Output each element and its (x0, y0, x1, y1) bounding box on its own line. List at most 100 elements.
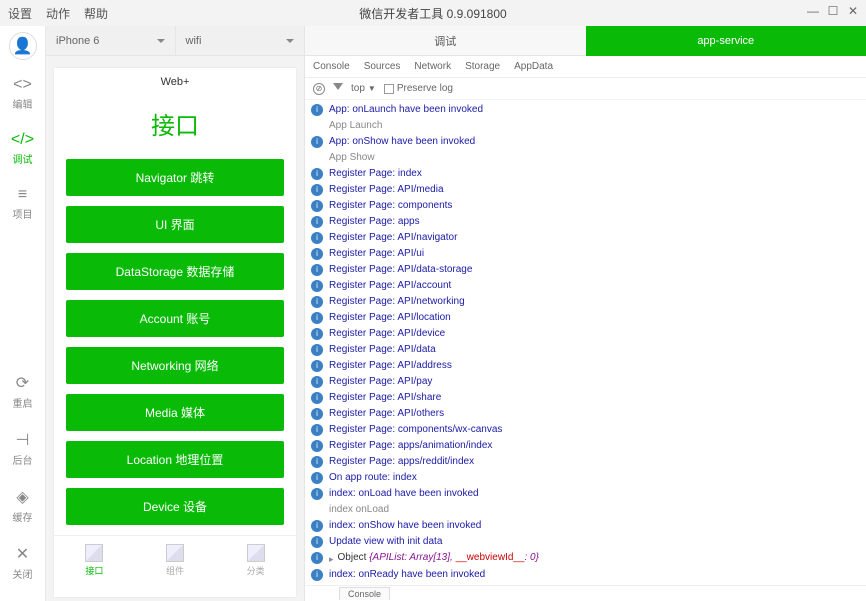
menu-help[interactable]: 帮助 (84, 5, 108, 22)
api-button-1[interactable]: UI 界面 (66, 206, 284, 243)
info-badge-icon: i (311, 232, 323, 244)
blank-icon (311, 152, 323, 164)
info-badge-icon: i (311, 392, 323, 404)
close-icon[interactable]: ✕ (846, 4, 860, 18)
phone-title: 接口 (54, 106, 296, 141)
network-select[interactable]: wifi (176, 26, 305, 55)
console-output[interactable]: iApp: onLaunch have been invokedApp Laun… (305, 100, 866, 585)
api-button-3[interactable]: Account 账号 (66, 300, 284, 337)
rail-debug[interactable]: </>调试 (0, 131, 45, 166)
info-badge-icon: i (311, 168, 323, 180)
rail-edit[interactable]: <>编辑 (0, 76, 45, 111)
rail-project[interactable]: ≡项目 (0, 186, 45, 221)
context-select[interactable]: top ▼ (351, 83, 376, 94)
checkbox-icon (384, 84, 394, 94)
api-button-7[interactable]: Device 设备 (66, 488, 284, 525)
console-line: iRegister Page: API/pay (305, 374, 866, 390)
rail-cache[interactable]: ◈缓存 (0, 487, 45, 524)
console-line: iApp: onShow have been invoked (305, 134, 866, 150)
subtab-console[interactable]: Console (313, 61, 350, 72)
close-x-icon: ✕ (16, 544, 29, 564)
info-badge-icon: i (311, 216, 323, 228)
info-badge-icon: i (311, 520, 323, 532)
info-badge-icon: i (311, 344, 323, 356)
subtab-appdata[interactable]: AppData (514, 61, 553, 72)
console-line: App Launch (305, 118, 866, 134)
tab-icon (247, 544, 265, 562)
tab-app-service[interactable]: app-service (586, 26, 866, 56)
info-badge-icon: i (311, 569, 323, 581)
subtab-network[interactable]: Network (414, 61, 451, 72)
preserve-log-checkbox[interactable]: Preserve log (384, 83, 453, 94)
api-button-4[interactable]: Networking 网络 (66, 347, 284, 384)
console-line: iRegister Page: API/account (305, 278, 866, 294)
info-badge-icon: i (311, 408, 323, 420)
phone-header: Web+ (54, 68, 296, 96)
maximize-icon[interactable]: ☐ (826, 4, 840, 18)
rail-background[interactable]: ⊣后台 (0, 430, 45, 467)
console-line: iRegister Page: components/wx-canvas (305, 422, 866, 438)
info-badge-icon: i (311, 360, 323, 372)
avatar[interactable]: 👤 (9, 32, 37, 60)
console-line: index onLoad (305, 502, 866, 518)
minimize-icon[interactable]: — (806, 4, 820, 18)
info-badge-icon: i (311, 200, 323, 212)
tab-icon (85, 544, 103, 562)
info-badge-icon: i (311, 376, 323, 388)
drawer-console-tab[interactable]: Console (339, 587, 390, 600)
simulator-pane: iPhone 6 wifi Web+ 接口 Navigator 跳转 UI 界面 D… (46, 26, 304, 601)
subtab-storage[interactable]: Storage (465, 61, 500, 72)
menu-settings[interactable]: 设置 (8, 5, 32, 22)
console-line: iRegister Page: API/data (305, 342, 866, 358)
info-badge-icon: i (311, 184, 323, 196)
subtab-sources[interactable]: Sources (364, 61, 401, 72)
tabbar-item-2[interactable]: 分类 (215, 536, 296, 585)
device-select[interactable]: iPhone 6 (46, 26, 176, 55)
tabbar-item-0[interactable]: 接口 (54, 536, 135, 585)
rail-close[interactable]: ✕关闭 (0, 544, 45, 581)
info-badge-icon: i (311, 104, 323, 116)
window-title: 微信开发者工具 0.9.091800 (359, 5, 506, 22)
devtools-pane: 调试 app-service Console Sources Network Stor… (304, 26, 866, 601)
api-button-6[interactable]: Location 地理位置 (66, 441, 284, 478)
info-badge-icon: i (311, 280, 323, 292)
info-badge-icon: i (311, 264, 323, 276)
chevron-down-icon: ▼ (368, 84, 376, 93)
api-button-0[interactable]: Navigator 跳转 (66, 159, 284, 196)
info-badge-icon: i (311, 248, 323, 260)
info-badge-icon: i (311, 552, 323, 564)
tab-icon (166, 544, 184, 562)
console-line: iindex: onShow have been invoked (305, 518, 866, 534)
console-line: App Show (305, 150, 866, 166)
console-line: iRegister Page: apps/reddit/index (305, 454, 866, 470)
console-line: iRegister Page: API/data-storage (305, 262, 866, 278)
console-line: iRegister Page: API/navigator (305, 230, 866, 246)
menu-bar: 设置 动作 帮助 微信开发者工具 0.9.091800 — ☐ ✕ (0, 0, 866, 26)
api-button-5[interactable]: Media 媒体 (66, 394, 284, 431)
console-line: iindex: onReady have been invoked (305, 567, 866, 583)
filter-icon[interactable] (333, 83, 343, 95)
tab-debug[interactable]: 调试 (305, 26, 586, 56)
api-button-2[interactable]: DataStorage 数据存储 (66, 253, 284, 290)
console-line: iApp: onLaunch have been invoked (305, 102, 866, 118)
console-line: iRegister Page: components (305, 198, 866, 214)
debug-icon: </> (11, 131, 34, 149)
menu-actions[interactable]: 动作 (46, 5, 70, 22)
console-line: iRegister Page: API/location (305, 310, 866, 326)
clear-console-icon[interactable]: ⊘ (313, 83, 325, 95)
info-badge-icon: i (311, 472, 323, 484)
console-toolbar: ⊘ top ▼ Preserve log (305, 78, 866, 100)
console-line: iRegister Page: API/media (305, 182, 866, 198)
background-icon: ⊣ (16, 430, 30, 450)
console-line: iUpdate view with init data (305, 534, 866, 550)
phone-frame: Web+ 接口 Navigator 跳转 UI 界面 DataStorage 数据存… (54, 68, 296, 597)
code-icon: <> (13, 76, 32, 94)
info-badge-icon: i (311, 296, 323, 308)
info-badge-icon: i (311, 488, 323, 500)
console-line: iRegister Page: API/others (305, 406, 866, 422)
rail-restart[interactable]: ⟳重启 (0, 373, 45, 410)
console-line: iRegister Page: API/networking (305, 294, 866, 310)
expand-arrow-icon[interactable]: ▸ (329, 551, 334, 567)
info-badge-icon: i (311, 456, 323, 468)
tabbar-item-1[interactable]: 组件 (135, 536, 216, 585)
